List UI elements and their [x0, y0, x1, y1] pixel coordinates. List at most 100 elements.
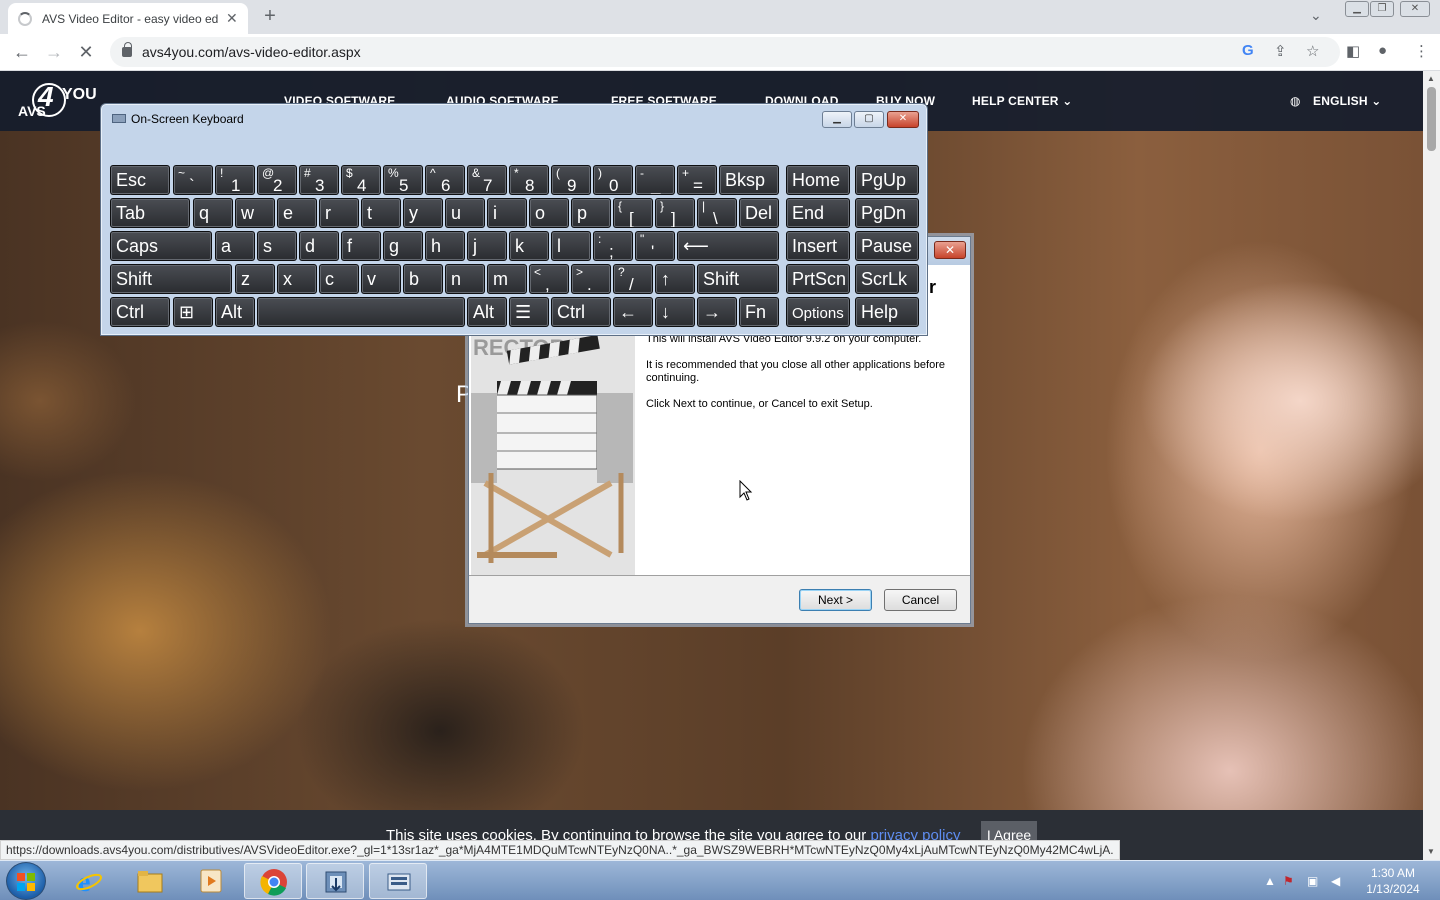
key-esc[interactable]: Esc	[110, 165, 170, 195]
key-m[interactable]: m	[487, 264, 527, 294]
key-x39[interactable]: " '	[635, 231, 675, 261]
key-b[interactable]: b	[403, 264, 443, 294]
key-c[interactable]: c	[319, 264, 359, 294]
key-z[interactable]: z	[235, 264, 275, 294]
key-k[interactable]: k	[509, 231, 549, 261]
key-7[interactable]: & 7	[467, 165, 507, 195]
key-del[interactable]: Del	[739, 198, 779, 228]
key-o[interactable]: o	[529, 198, 569, 228]
key-u[interactable]: u	[445, 198, 485, 228]
key-shift[interactable]: Shift	[697, 264, 779, 294]
key-bksp[interactable]: Bksp	[719, 165, 779, 195]
window-restore-button[interactable]: ❐	[1370, 1, 1394, 17]
key-a[interactable]: a	[215, 231, 255, 261]
avs4you-logo[interactable]: 4 AVS YOU	[18, 81, 97, 123]
key-6[interactable]: ^ 6	[425, 165, 465, 195]
bookmark-star-icon[interactable]: ☆	[1306, 42, 1319, 60]
share-icon[interactable]: ⇪	[1274, 42, 1287, 60]
key-n[interactable]: n	[445, 264, 485, 294]
new-tab-button[interactable]: +	[258, 5, 282, 29]
chrome-menu-icon[interactable]: ⋮	[1414, 42, 1429, 60]
key-x92[interactable]: | \	[697, 198, 737, 228]
key-q[interactable]: q	[193, 198, 233, 228]
key-pgdn[interactable]: PgDn	[855, 198, 919, 228]
key-shift[interactable]: Shift	[110, 264, 232, 294]
key-insert[interactable]: Insert	[786, 231, 850, 261]
key-v[interactable]: v	[361, 264, 401, 294]
key-f[interactable]: f	[341, 231, 381, 261]
cancel-button[interactable]: Cancel	[884, 589, 957, 611]
key-s[interactable]: s	[257, 231, 297, 261]
side-panel-icon[interactable]: ◧	[1346, 42, 1360, 60]
key-x44[interactable]: <,	[529, 264, 569, 294]
key-options[interactable]: Options	[786, 297, 850, 327]
key-0[interactable]: ) 0	[593, 165, 633, 195]
taskbar-chrome[interactable]	[244, 863, 302, 899]
key-fn[interactable]: Fn	[739, 297, 779, 327]
key-x8595[interactable]: ↓	[655, 297, 695, 327]
window-minimize-button[interactable]: ▁	[1345, 1, 1369, 17]
osk-minimize-button[interactable]: ▁	[822, 111, 852, 128]
tab-search-icon[interactable]: ⌄	[1310, 7, 1322, 24]
key-x96[interactable]: ~ `	[173, 165, 213, 195]
key-pause[interactable]: Pause	[855, 231, 919, 261]
profile-avatar-icon[interactable]: ●	[1378, 42, 1387, 59]
key-caps[interactable]: Caps	[110, 231, 212, 261]
key-d[interactable]: d	[299, 231, 339, 261]
key-scrlk[interactable]: ScrLk	[855, 264, 919, 294]
back-arrow-icon[interactable]: ←	[10, 40, 34, 64]
google-lens-icon[interactable]: G	[1242, 42, 1254, 59]
address-bar[interactable]: avs4you.com/avs-video-editor.aspx	[110, 37, 1340, 67]
key-w[interactable]: w	[235, 198, 275, 228]
taskbar-media-player[interactable]	[182, 863, 240, 899]
nav-help-center[interactable]: HELP CENTER ⌄	[972, 94, 1072, 108]
key-p[interactable]: p	[571, 198, 611, 228]
key-x8594[interactable]: →	[697, 297, 737, 327]
scrollbar-thumb[interactable]	[1427, 87, 1436, 151]
key-8[interactable]: * 8	[509, 165, 549, 195]
key-x59[interactable]: :;	[593, 231, 633, 261]
key-tab[interactable]: Tab	[110, 198, 190, 228]
next-button[interactable]: Next >	[799, 589, 872, 611]
key-l[interactable]: l	[551, 231, 591, 261]
key-prtscn[interactable]: PrtScn	[786, 264, 850, 294]
key-alt[interactable]: Alt	[215, 297, 255, 327]
wizard-close-button[interactable]: ✕	[934, 241, 966, 259]
key-3[interactable]: #3	[299, 165, 339, 195]
key-x10229[interactable]: ⟵	[677, 231, 779, 261]
key-x95[interactable]: - _	[635, 165, 675, 195]
tab-close-icon[interactable]: ✕	[226, 10, 238, 27]
key-x8862[interactable]: ⊞	[173, 297, 213, 327]
taskbar-clock[interactable]: 1:30 AM 1/13/2024	[1350, 865, 1436, 897]
key-x47[interactable]: ? /	[613, 264, 653, 294]
key-y[interactable]: y	[403, 198, 443, 228]
key-ctrl[interactable]: Ctrl	[551, 297, 611, 327]
key-x8593[interactable]: ↑	[655, 264, 695, 294]
key-pgup[interactable]: PgUp	[855, 165, 919, 195]
key-x9776[interactable]: ☰	[509, 297, 549, 327]
key-x91[interactable]: {[	[613, 198, 653, 228]
key-x93[interactable]: }]	[655, 198, 695, 228]
key-ctrl[interactable]: Ctrl	[110, 297, 170, 327]
key-r[interactable]: r	[319, 198, 359, 228]
key-x61[interactable]: + =	[677, 165, 717, 195]
key-h[interactable]: h	[425, 231, 465, 261]
taskbar-installer[interactable]	[306, 863, 364, 899]
scroll-down-icon[interactable]: ▼	[1427, 847, 1435, 856]
window-close-button[interactable]: ✕	[1400, 1, 1430, 17]
key-5[interactable]: % 5	[383, 165, 423, 195]
taskbar-on-screen-keyboard[interactable]	[369, 863, 427, 899]
show-hidden-icons-icon[interactable]: ▲	[1264, 874, 1276, 888]
key-x[interactable]: x	[277, 264, 317, 294]
key-1[interactable]: ! 1	[215, 165, 255, 195]
key-g[interactable]: g	[383, 231, 423, 261]
scroll-up-icon[interactable]: ▲	[1427, 74, 1435, 83]
key-help[interactable]: Help	[855, 297, 919, 327]
key-t[interactable]: t	[361, 198, 401, 228]
key-home[interactable]: Home	[786, 165, 850, 195]
key-x46[interactable]: >.	[571, 264, 611, 294]
network-icon[interactable]: ▣	[1307, 874, 1318, 888]
forward-arrow-icon[interactable]: →	[42, 40, 66, 64]
volume-muted-icon[interactable]: ◀	[1331, 874, 1340, 888]
osk-close-button[interactable]: ✕	[887, 111, 919, 128]
